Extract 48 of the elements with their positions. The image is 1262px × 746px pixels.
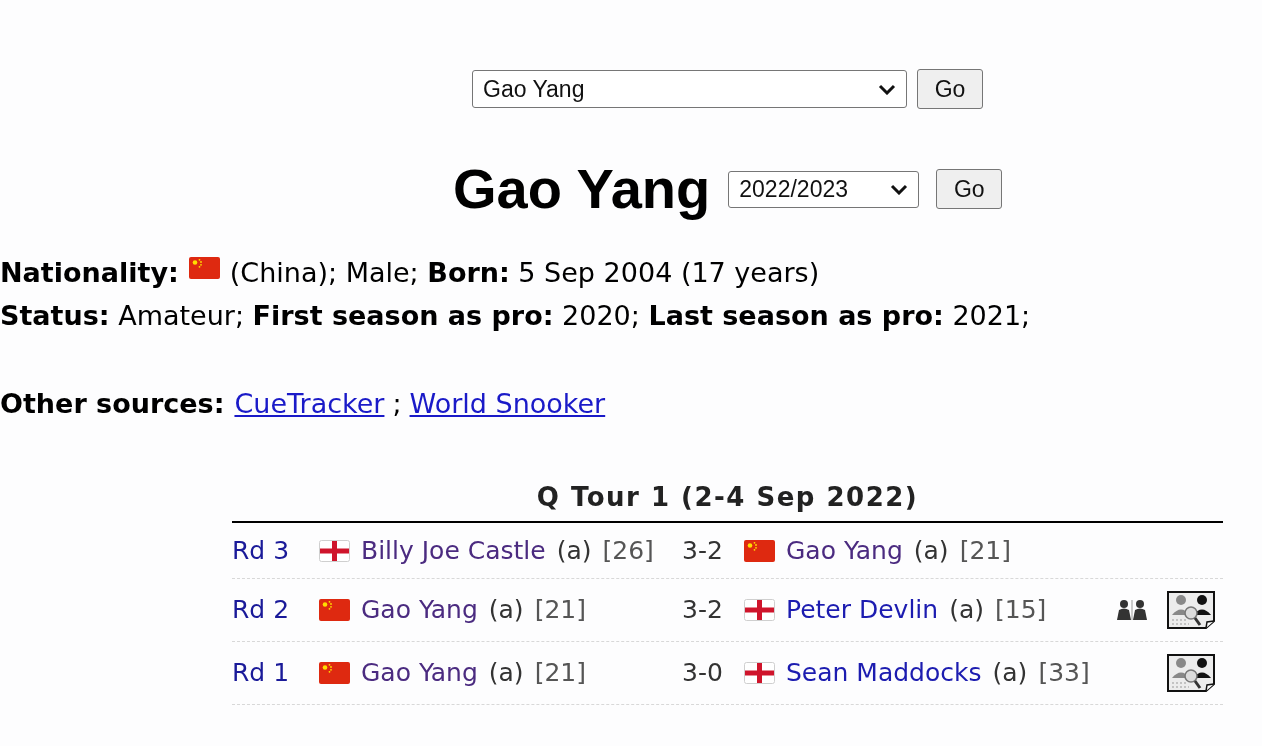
flag-icon — [319, 599, 350, 621]
round-link[interactable]: Rd 3 — [232, 535, 319, 566]
match-details-icon[interactable] — [1167, 591, 1215, 629]
player-link[interactable]: Sean Maddocks — [786, 658, 982, 688]
player-link[interactable]: Gao Yang — [786, 535, 903, 566]
other-sources-label: Other sources: — [0, 387, 225, 421]
player-status: (a) — [949, 595, 984, 625]
round-link[interactable]: Rd 1 — [232, 658, 319, 688]
match-score: 3-2 — [682, 535, 723, 566]
player-link[interactable]: Billy Joe Castle — [361, 535, 546, 566]
player-rank: [21] — [534, 658, 586, 688]
flag-icon — [319, 539, 350, 562]
player-rank: [15] — [994, 595, 1047, 625]
player-name-heading: Gao Yang — [453, 157, 711, 221]
tournament-title: Q Tour 1 (2-4 Sep 2022) — [536, 481, 919, 513]
player-status: (a) — [488, 595, 524, 625]
flag-icon — [188, 256, 220, 279]
season-select[interactable]: 2022/2023 — [728, 170, 920, 208]
player-rank: [26] — [602, 535, 654, 566]
round-link[interactable]: Rd 2 — [232, 595, 319, 625]
nationality-label: Nationality: — [0, 256, 179, 290]
chevron-down-icon — [878, 83, 896, 95]
player-status: (a) — [556, 535, 592, 566]
player-link[interactable]: Gao Yang — [361, 595, 478, 625]
player-status: (a) — [488, 658, 524, 688]
player-link[interactable]: Gao Yang — [361, 658, 478, 688]
go-button[interactable]: Go — [936, 169, 1003, 209]
player-rank: [33] — [1038, 658, 1090, 688]
status-text: Status: Amateur; First season as pro: 2020; Last season as pro: 2021; — [0, 299, 1031, 333]
separator-text: ; — [392, 387, 402, 421]
player-status: (a) — [913, 535, 949, 566]
profile-text: (China); Male; Born: 5 Sep 2004 (17 years) — [229, 256, 820, 290]
source-link[interactable]: CueTracker — [234, 382, 385, 425]
flag-icon — [744, 539, 775, 562]
player-status: (a) — [992, 658, 1028, 688]
chevron-down-icon — [890, 183, 909, 195]
go-button[interactable]: Go — [917, 69, 983, 109]
match-details-icon[interactable] — [1167, 654, 1215, 692]
flag-icon — [319, 662, 350, 684]
match-score: 3-0 — [682, 658, 723, 688]
match-score: 3-2 — [682, 595, 723, 625]
source-link[interactable]: World Snooker — [409, 382, 606, 425]
player-link[interactable]: Peter Devlin — [786, 595, 939, 625]
flag-icon — [744, 599, 775, 621]
player-rank: [21] — [959, 535, 1011, 566]
player-select[interactable]: Gao Yang — [472, 70, 907, 108]
player-rank: [21] — [534, 595, 586, 625]
flag-icon — [744, 662, 775, 684]
